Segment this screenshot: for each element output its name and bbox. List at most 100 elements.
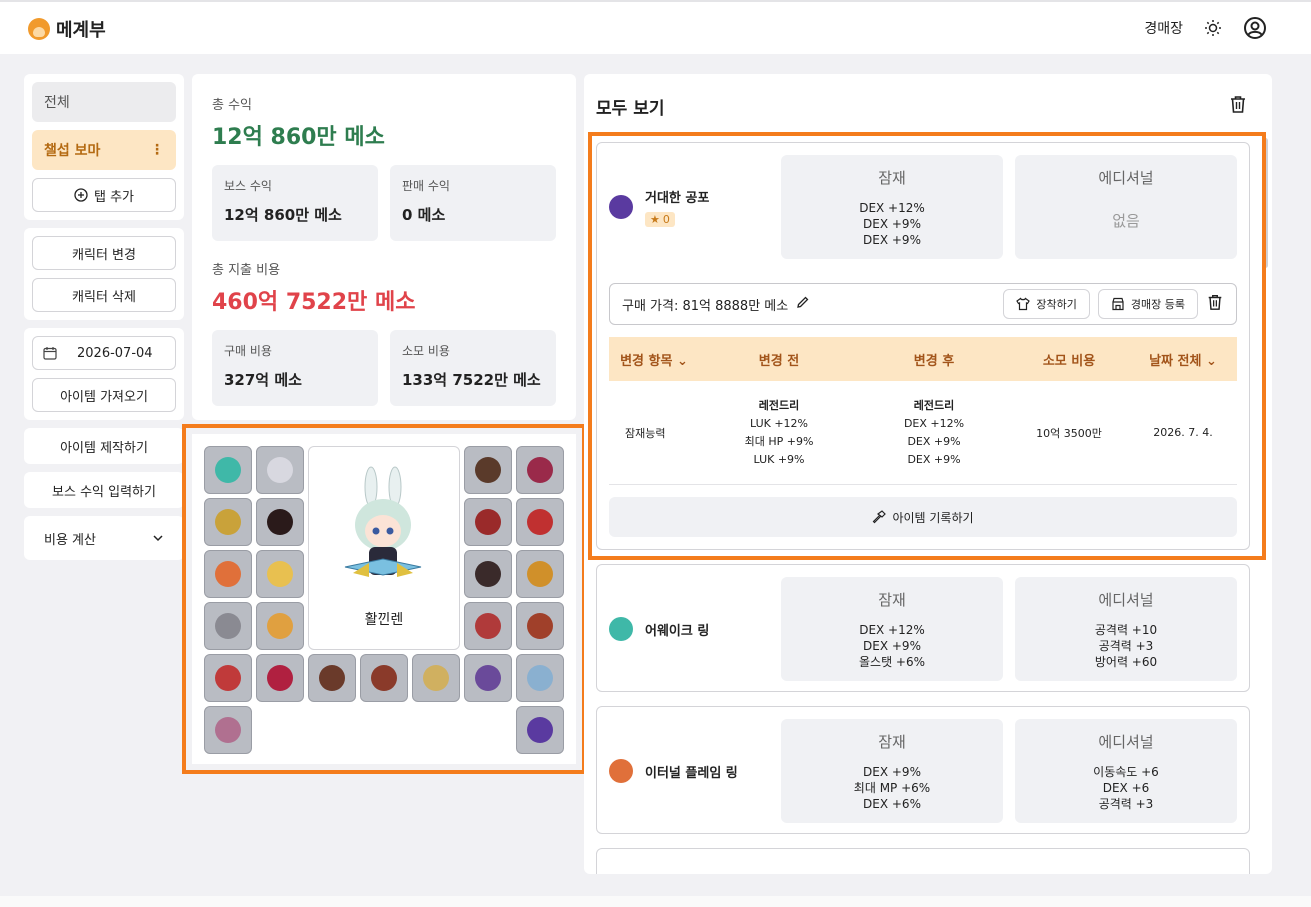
equipment-slot[interactable] [516, 654, 564, 702]
delete-character-button[interactable]: 캐릭터 삭제 [32, 278, 176, 312]
equipment-slot[interactable] [308, 654, 356, 702]
equipment-slot[interactable] [256, 550, 304, 598]
equipment-item-icon [527, 561, 553, 587]
equipment-item-icon [267, 561, 293, 587]
chevron-down-icon [153, 535, 163, 542]
boss-income-box: 보스 수익 12억 860만 메소 [212, 165, 378, 241]
equipment-item-icon [215, 561, 241, 587]
equipment-slot[interactable] [464, 446, 512, 494]
potential-line: DEX +9% [863, 639, 921, 653]
additional-line: DEX +6 [1102, 781, 1150, 795]
tab-selected[interactable]: 챌섭 보마 ⋮ [32, 130, 176, 170]
date-picker[interactable]: 2026-07-04 [32, 336, 176, 370]
character-avatar [344, 466, 422, 577]
mushroom-logo-icon [28, 18, 50, 40]
tab-selected-label: 챌섭 보마 [44, 143, 101, 159]
equipment-item-icon [527, 509, 553, 535]
equipment-slot[interactable] [204, 654, 252, 702]
additional-label: 에디셔널 [1098, 591, 1154, 609]
equipment-slot[interactable] [204, 446, 252, 494]
equipment-slot[interactable] [256, 498, 304, 546]
equipment-item-icon [215, 457, 241, 483]
plus-circle-icon [74, 188, 88, 202]
equipment-slot[interactable] [412, 654, 460, 702]
consume-cost-box: 소모 비용 133억 7522만 메소 [390, 330, 556, 406]
equipment-slot[interactable] [256, 654, 304, 702]
tab-all[interactable]: 전체 [32, 82, 176, 122]
tab-panel: 전체 챌섭 보마 ⋮ 탭 추가 [24, 74, 184, 220]
potential-line: 올스탯 +6% [858, 655, 926, 669]
equipment-slot[interactable] [516, 498, 564, 546]
item-card[interactable] [596, 848, 1250, 874]
equipment-item-icon [267, 509, 293, 535]
more-vertical-icon[interactable]: ⋮ [150, 142, 164, 158]
equipment-slot[interactable] [204, 498, 252, 546]
potential-box: 잠재 DEX +12% DEX +9% 올스탯 +6% [781, 577, 1003, 681]
sun-icon[interactable] [1201, 16, 1225, 40]
selected-item-highlight-frame [588, 132, 1266, 560]
auction-link[interactable]: 경매장 [1144, 18, 1183, 38]
additional-line: 공격력 +3 [1098, 639, 1154, 653]
stats-panel: 총 수익 12억 860만 메소 보스 수익 12억 860만 메소 판매 수익… [192, 74, 576, 420]
total-income-label: 총 수익 [212, 98, 253, 113]
equipment-item-icon [371, 665, 397, 691]
item-card[interactable]: 이터널 플레임 링 잠재 DEX +9% 최대 MP +6% DEX +6% 에… [596, 706, 1250, 834]
app-title: 메계부 [56, 20, 106, 41]
item-name: 어웨이크 링 [645, 623, 710, 639]
additional-line: 공격력 +3 [1098, 797, 1154, 811]
equipment-item-icon [475, 457, 501, 483]
equipment-slot[interactable] [516, 550, 564, 598]
equipment-slot[interactable] [464, 602, 512, 650]
app-logo[interactable]: 메계부 [28, 16, 106, 42]
equipment-slot[interactable] [464, 654, 512, 702]
sale-income-label: 판매 수익 [402, 179, 450, 193]
fetch-items-button[interactable]: 아이템 가져오기 [32, 378, 176, 412]
craft-item-button[interactable]: 아이템 제작하기 [24, 428, 184, 464]
equipment-item-icon [527, 613, 553, 639]
item-name: 이터널 플레임 링 [645, 765, 738, 781]
equipment-slot[interactable] [204, 550, 252, 598]
equipment-slot[interactable] [204, 602, 252, 650]
equipment-panel: 활낀렌 [192, 434, 576, 764]
consume-cost-label: 소모 비용 [402, 344, 450, 358]
equipment-item-icon [215, 717, 241, 743]
additional-line: 이동속도 +6 [1093, 765, 1159, 779]
equipment-slot[interactable] [256, 446, 304, 494]
equipment-slot[interactable] [464, 498, 512, 546]
add-tab-button[interactable]: 탭 추가 [32, 178, 176, 212]
total-income-value: 12억 860만 메소 [212, 125, 385, 150]
equipment-slot[interactable] [360, 654, 408, 702]
potential-line: DEX +6% [863, 797, 921, 811]
equipment-item-icon [267, 457, 293, 483]
potential-label: 잠재 [878, 733, 906, 751]
equipment-slot[interactable] [204, 706, 252, 754]
equipment-slot[interactable] [256, 602, 304, 650]
character-name: 활낀렌 [364, 612, 404, 628]
equipment-item-icon [215, 509, 241, 535]
item-card[interactable]: 어웨이크 링 잠재 DEX +12% DEX +9% 올스탯 +6% 에디셔널 … [596, 564, 1250, 692]
character-panel: 캐릭터 변경 캐릭터 삭제 [24, 228, 184, 320]
total-cost-label: 총 지출 비용 [212, 263, 281, 278]
equipment-slot[interactable] [464, 550, 512, 598]
equipment-slot[interactable] [516, 446, 564, 494]
change-character-button[interactable]: 캐릭터 변경 [32, 236, 176, 270]
user-account-icon[interactable] [1243, 16, 1267, 40]
additional-box: 에디셔널 공격력 +10 공격력 +3 방어력 +60 [1015, 577, 1237, 681]
equipment-item-icon [423, 665, 449, 691]
equipment-item-icon [527, 457, 553, 483]
equipment-slot[interactable] [516, 602, 564, 650]
boss-income-button[interactable]: 보스 수익 입력하기 [24, 472, 184, 508]
cost-calc-dropdown[interactable]: 비용 계산 [24, 516, 184, 560]
potential-line: DEX +12% [859, 623, 925, 637]
item-icon [609, 759, 633, 783]
purchase-cost-box: 구매 비용 327억 메소 [212, 330, 378, 406]
items-title: 모두 보기 [596, 99, 665, 119]
equipment-item-icon [267, 665, 293, 691]
equipment-slot[interactable] [516, 706, 564, 754]
potential-line: 최대 MP +6% [853, 781, 931, 795]
trash-icon[interactable] [1228, 94, 1248, 118]
boss-income-value: 12억 860만 메소 [224, 206, 342, 224]
additional-line: 방어력 +60 [1094, 655, 1158, 669]
items-panel: 모두 보기 거대한 공포 ★ 0 잠재 DEX +12% DEX +9% DEX … [584, 74, 1272, 874]
purchase-cost-label: 구매 비용 [224, 344, 272, 358]
